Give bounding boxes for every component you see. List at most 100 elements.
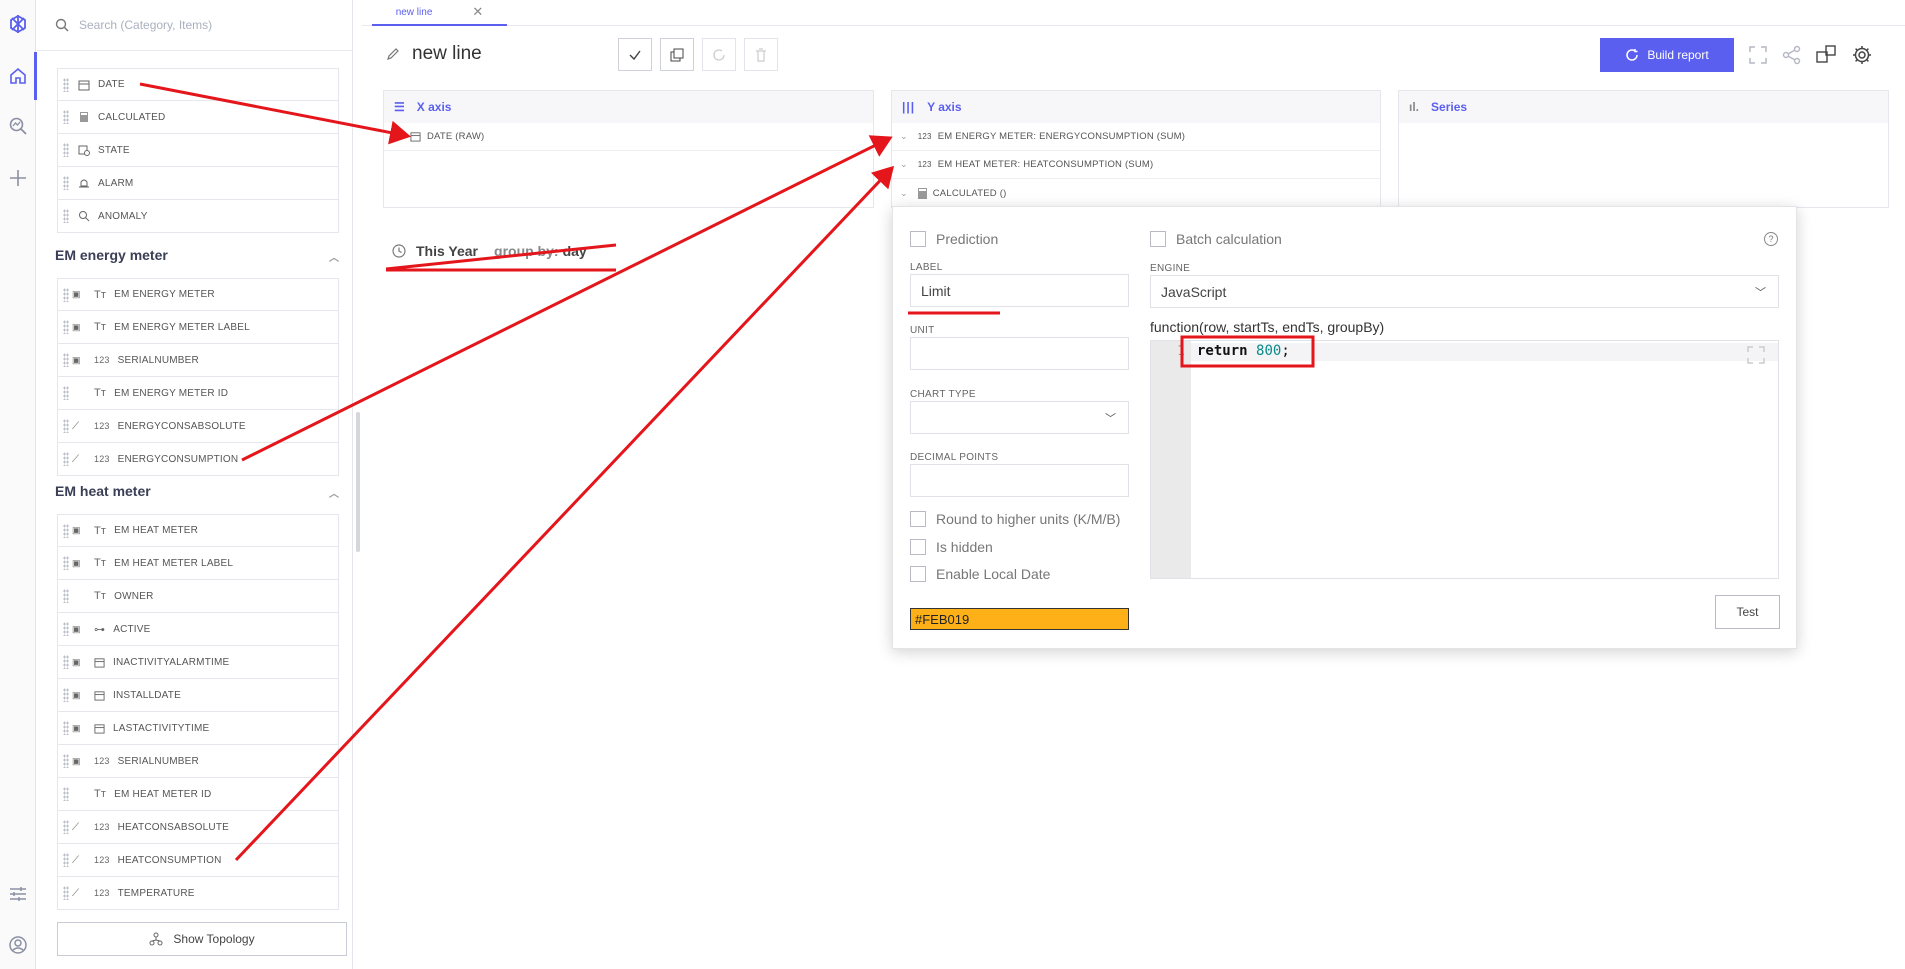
series-color-swatch[interactable]: #FEB019 bbox=[910, 608, 1129, 630]
checkbox-box[interactable] bbox=[910, 539, 926, 555]
label-input[interactable]: Limit bbox=[910, 274, 1129, 307]
list-item[interactable]: ▣ 123 SERIALNUMBER bbox=[57, 745, 339, 778]
drag-handle-icon[interactable] bbox=[63, 820, 69, 834]
refresh-button[interactable] bbox=[702, 38, 736, 71]
code-editor[interactable]: 1 return 800; bbox=[1150, 340, 1779, 579]
pencil-icon[interactable] bbox=[386, 47, 400, 61]
drag-handle-icon[interactable] bbox=[63, 452, 69, 466]
checkbox-box[interactable] bbox=[1150, 231, 1166, 247]
x-axis-row[interactable]: DATE (RAW) bbox=[384, 123, 873, 151]
list-item[interactable]: ▣ 123 SERIALNUMBER bbox=[57, 344, 339, 377]
code-line[interactable]: return 800; bbox=[1197, 343, 1290, 359]
unit-input[interactable] bbox=[910, 337, 1129, 370]
list-item[interactable]: ▣ Tт EM HEAT METER bbox=[57, 514, 339, 547]
list-item[interactable]: ▣ Tт EM ENERGY METER LABEL bbox=[57, 311, 339, 344]
checkbox-box[interactable] bbox=[910, 231, 926, 247]
batch-calculation-checkbox[interactable]: Batch calculation bbox=[1150, 231, 1282, 247]
user-account-icon[interactable] bbox=[8, 935, 28, 955]
drag-handle-icon[interactable] bbox=[63, 655, 69, 669]
drag-handle-icon[interactable] bbox=[63, 589, 69, 603]
chart-type-select[interactable]: ﹀ bbox=[910, 401, 1129, 434]
sliders-icon[interactable] bbox=[8, 884, 28, 904]
chevron-down-icon[interactable]: ⌄ bbox=[900, 131, 908, 142]
test-button[interactable]: Test bbox=[1715, 595, 1780, 629]
list-item[interactable]: ⟋ 123 ENERGYCONSUMPTION bbox=[57, 443, 339, 476]
list-item-state[interactable]: STATE bbox=[57, 134, 339, 167]
list-item[interactable]: ▣ INSTALLDATE bbox=[57, 679, 339, 712]
share-icon[interactable] bbox=[1781, 44, 1803, 66]
y-axis-row[interactable]: ⌄ 123 EM HEAT METER: HEATCONSUMPTION (SUM) bbox=[892, 151, 1380, 179]
list-item[interactable]: Tт EM ENERGY METER ID bbox=[57, 377, 339, 410]
show-topology-button[interactable]: Show Topology bbox=[57, 922, 347, 956]
gear-icon[interactable] bbox=[1851, 44, 1873, 66]
list-item[interactable]: ⟋ 123 TEMPERATURE bbox=[57, 877, 339, 910]
list-item[interactable]: ▣ LASTACTIVITYTIME bbox=[57, 712, 339, 745]
add-icon[interactable] bbox=[8, 168, 28, 188]
drag-handle-icon[interactable] bbox=[63, 419, 69, 433]
fullscreen-icon[interactable] bbox=[1747, 44, 1769, 66]
y-axis-row[interactable]: ⌄ 123 EM ENERGY METER: ENERGYCONSUMPTION (… bbox=[892, 123, 1380, 151]
period-selector[interactable]: This Year group by: day bbox=[392, 243, 587, 259]
list-item-calculated[interactable]: CALCULATED bbox=[57, 101, 339, 134]
tab-new-line[interactable]: new line ✕ bbox=[372, 0, 507, 26]
y-axis-zone[interactable]: ||| Y axis ⌄ 123 EM ENERGY METER: ENERGYCON… bbox=[891, 90, 1381, 208]
list-item-anomaly[interactable]: ANOMALY bbox=[57, 200, 339, 233]
duplicate-button[interactable] bbox=[660, 38, 694, 71]
drag-handle-icon[interactable] bbox=[63, 853, 69, 867]
drag-handle-icon[interactable] bbox=[63, 320, 69, 334]
list-item[interactable]: ▣ INACTIVITYALARMTIME bbox=[57, 646, 339, 679]
panel-scrollbar[interactable] bbox=[356, 412, 360, 552]
series-zone[interactable]: ıl. Series bbox=[1398, 90, 1889, 208]
drag-handle-icon[interactable] bbox=[63, 78, 69, 92]
chevron-up-icon[interactable]: ︿ bbox=[329, 249, 339, 264]
drag-handle-icon[interactable] bbox=[63, 353, 69, 367]
drag-handle-icon[interactable] bbox=[63, 754, 69, 768]
drag-handle-icon[interactable] bbox=[63, 787, 69, 801]
expand-editor-icon[interactable] bbox=[1746, 345, 1766, 365]
drag-handle-icon[interactable] bbox=[63, 143, 69, 157]
drag-handle-icon[interactable] bbox=[63, 176, 69, 190]
decimal-points-input[interactable] bbox=[910, 464, 1129, 497]
search-input[interactable]: Search (Category, Items) bbox=[79, 18, 212, 32]
list-item[interactable]: Tт OWNER bbox=[57, 580, 339, 613]
build-report-button[interactable]: Build report bbox=[1600, 38, 1734, 72]
analytics-search-icon[interactable] bbox=[8, 116, 28, 136]
logo-icon[interactable] bbox=[8, 14, 28, 34]
list-item[interactable]: ⟋ 123 HEATCONSABSOLUTE bbox=[57, 811, 339, 844]
y-axis-row[interactable]: ⌄ CALCULATED () bbox=[892, 179, 1380, 207]
drag-handle-icon[interactable] bbox=[63, 288, 69, 302]
drag-handle-icon[interactable] bbox=[63, 622, 69, 636]
period-range[interactable]: This Year bbox=[416, 243, 478, 259]
list-item[interactable]: ▣ Tт EM ENERGY METER bbox=[57, 278, 339, 311]
engine-select[interactable]: JavaScript ﹀ bbox=[1150, 275, 1779, 308]
list-item[interactable]: Tт EM HEAT METER ID bbox=[57, 778, 339, 811]
drag-handle-icon[interactable] bbox=[63, 886, 69, 900]
round-checkbox[interactable]: Round to higher units (K/M/B) bbox=[910, 511, 1120, 527]
list-item[interactable]: ⟋ 123 ENERGYCONSABSOLUTE bbox=[57, 410, 339, 443]
search-box[interactable]: Search (Category, Items) bbox=[55, 12, 345, 38]
prediction-checkbox[interactable]: Prediction bbox=[910, 231, 998, 247]
list-item-alarm[interactable]: ALARM bbox=[57, 167, 339, 200]
close-icon[interactable]: ✕ bbox=[472, 4, 483, 20]
drag-handle-icon[interactable] bbox=[63, 110, 69, 124]
is-hidden-checkbox[interactable]: Is hidden bbox=[910, 539, 993, 555]
drag-handle-icon[interactable] bbox=[63, 556, 69, 570]
dashboard-link-icon[interactable] bbox=[1815, 44, 1837, 66]
checkbox-box[interactable] bbox=[910, 511, 926, 527]
chevron-down-icon[interactable]: ⌄ bbox=[900, 159, 908, 170]
drag-handle-icon[interactable] bbox=[63, 209, 69, 223]
drag-handle-icon[interactable] bbox=[63, 721, 69, 735]
group-header-heat[interactable]: EM heat meter ︿ bbox=[55, 483, 345, 500]
chevron-down-icon[interactable]: ⌄ bbox=[900, 188, 908, 199]
x-axis-zone[interactable]: ☰ X axis DATE (RAW) bbox=[383, 90, 874, 208]
list-item[interactable]: ▣ ⊶ ACTIVE bbox=[57, 613, 339, 646]
drag-handle-icon[interactable] bbox=[63, 386, 69, 400]
home-icon[interactable] bbox=[8, 66, 28, 86]
confirm-button[interactable] bbox=[618, 38, 652, 71]
list-item[interactable]: ▣ Tт EM HEAT METER LABEL bbox=[57, 547, 339, 580]
chevron-up-icon[interactable]: ︿ bbox=[329, 485, 339, 500]
drag-handle-icon[interactable] bbox=[63, 524, 69, 538]
group-header-energy[interactable]: EM energy meter ︿ bbox=[55, 247, 345, 264]
drag-handle-icon[interactable] bbox=[63, 688, 69, 702]
list-item[interactable]: ⟋ 123 HEATCONSUMPTION bbox=[57, 844, 339, 877]
